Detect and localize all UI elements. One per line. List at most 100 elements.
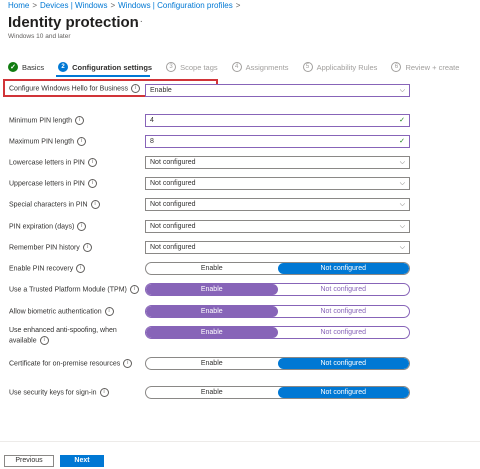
info-icon[interactable]: i [39, 336, 49, 345]
toggle-option-not-configured[interactable]: Not configured [277, 263, 409, 274]
dropdown-value: Not configured [150, 159, 196, 166]
page-subtitle: Windows 10 and later [8, 33, 71, 40]
tab-review-create[interactable]: 6 Review + create [391, 62, 459, 72]
info-icon[interactable]: i [129, 285, 139, 294]
special-chars-dropdown[interactable]: Not configured ⌵ [145, 198, 410, 211]
toggle-option-not-configured[interactable]: Not configured [278, 327, 410, 338]
certificate-toggle: Enable Not configured [145, 357, 410, 370]
step-label: Configuration settings [72, 62, 153, 72]
pin-expiration-dropdown[interactable]: Not configured ⌵ [145, 220, 410, 233]
setting-label: Configure Windows Hello for Business i [9, 84, 141, 94]
toggle-option-enable[interactable]: Enable [146, 358, 278, 369]
toggle-option-enable[interactable]: Enable [146, 284, 278, 295]
setting-label: Use a Trusted Platform Module (TPM) i [9, 285, 141, 295]
valid-check-icon: ✓ [399, 138, 405, 145]
input-value: 4 [150, 117, 154, 124]
info-icon[interactable]: i [123, 359, 133, 368]
tab-configuration-settings[interactable]: 2 Configuration settings [58, 62, 152, 72]
toggle-option-not-configured[interactable]: Not configured [278, 284, 410, 295]
toggle-option-enable[interactable]: Enable [146, 263, 278, 274]
chevron-right-icon: > [110, 1, 116, 10]
info-icon[interactable]: i [76, 137, 86, 146]
breadcrumb-home[interactable]: Home [8, 1, 29, 10]
input-value: 8 [150, 138, 154, 145]
step-label: Review + create [405, 62, 460, 72]
active-tab-indicator [56, 75, 150, 77]
next-button[interactable]: Next [60, 455, 104, 467]
toggle-option-not-configured[interactable]: Not configured [277, 387, 409, 398]
lowercase-dropdown[interactable]: Not configured ⌵ [145, 156, 410, 169]
dropdown-value: Not configured [150, 244, 196, 251]
info-icon[interactable]: i [99, 388, 109, 397]
toggle-option-enable[interactable]: Enable [146, 327, 278, 338]
chevron-down-icon: ⌵ [399, 159, 405, 166]
setting-label: Use enhanced anti-spoofing, when availab… [9, 327, 117, 345]
chevron-right-icon: > [235, 1, 241, 10]
min-pin-input[interactable]: 4 ✓ [145, 114, 410, 127]
breadcrumb: Home > Devices | Windows > Windows | Configu… [8, 1, 243, 10]
info-icon[interactable]: i [131, 84, 141, 93]
wizard-steps: ✓ Basics 2 Configuration settings 3 Scop… [8, 60, 473, 74]
tab-basics[interactable]: ✓ Basics [8, 62, 44, 72]
toggle-option-not-configured[interactable]: Not configured [278, 306, 410, 317]
info-icon[interactable]: i [75, 116, 85, 125]
breadcrumb-devices-windows[interactable]: Devices | Windows [40, 1, 107, 10]
toggle-option-not-configured[interactable]: Not configured [277, 358, 409, 369]
antispoofing-toggle: Enable Not configured [145, 326, 410, 339]
step-label: Scope tags [180, 62, 218, 72]
dropdown-value: Not configured [150, 201, 196, 208]
chevron-down-icon: ⌵ [399, 223, 405, 230]
info-icon[interactable]: i [82, 243, 92, 252]
setting-label: Remember PIN history i [9, 243, 141, 253]
page-title: Identity protection [8, 14, 139, 31]
info-icon[interactable]: i [76, 264, 86, 273]
step-number-icon: 5 [302, 62, 313, 72]
toggle-option-enable[interactable]: Enable [146, 306, 278, 317]
pin-history-dropdown[interactable]: Not configured ⌵ [145, 241, 410, 254]
security-keys-toggle: Enable Not configured [145, 386, 410, 399]
chevron-down-icon: ⌵ [399, 180, 405, 187]
setting-label: Use security keys for sign-in i [9, 388, 141, 398]
dropdown-value: Not configured [150, 223, 196, 230]
uppercase-dropdown[interactable]: Not configured ⌵ [145, 177, 410, 190]
chevron-down-icon: ⌵ [399, 244, 405, 251]
step-label: Assignments [245, 62, 289, 72]
setting-label: Enable PIN recovery i [9, 264, 141, 274]
biometric-toggle: Enable Not configured [145, 305, 410, 318]
info-icon[interactable]: i [87, 179, 97, 188]
info-icon[interactable]: i [87, 158, 97, 167]
setting-label: Special characters in PIN i [9, 200, 141, 210]
dropdown-value: Not configured [150, 180, 196, 187]
setting-label: Lowercase letters in PIN i [9, 158, 141, 168]
footer-divider [0, 441, 480, 442]
pin-recovery-toggle: Enable Not configured [145, 262, 410, 275]
step-label: Basics [22, 62, 45, 72]
step-number-icon: 2 [58, 62, 69, 72]
setting-label: Uppercase letters in PIN i [9, 179, 141, 189]
step-label: Applicability Rules [316, 62, 378, 72]
setting-label: Certificate for on-premise resources i [9, 359, 141, 369]
dropdown-value: Enable [150, 87, 172, 94]
info-icon[interactable]: i [77, 222, 87, 231]
max-pin-input[interactable]: 8 ✓ [145, 135, 410, 148]
checkmark-icon: ✓ [8, 62, 18, 72]
hello-dropdown[interactable]: Enable ⌵ [145, 84, 410, 97]
step-number-icon: 3 [166, 62, 177, 72]
previous-button[interactable]: Previous [4, 455, 54, 467]
tpm-toggle: Enable Not configured [145, 283, 410, 296]
step-number-icon: 6 [391, 62, 402, 72]
more-options-icon[interactable]: ··· [131, 16, 144, 27]
setting-label: Allow biometric authentication i [9, 307, 141, 317]
tab-assignments[interactable]: 4 Assignments [231, 62, 289, 72]
valid-check-icon: ✓ [399, 117, 405, 124]
chevron-down-icon: ⌵ [399, 87, 405, 94]
tab-applicability-rules[interactable]: 5 Applicability Rules [302, 62, 378, 72]
info-icon[interactable]: i [90, 200, 100, 209]
toggle-option-enable[interactable]: Enable [146, 387, 278, 398]
setting-label: Minimum PIN length i [9, 116, 141, 126]
setting-label: PIN expiration (days) i [9, 222, 141, 232]
breadcrumb-config-profiles[interactable]: Windows | Configuration profiles [118, 1, 233, 10]
tab-scope-tags[interactable]: 3 Scope tags [166, 62, 218, 72]
setting-label: Maximum PIN length i [9, 137, 141, 147]
info-icon[interactable]: i [104, 307, 114, 316]
